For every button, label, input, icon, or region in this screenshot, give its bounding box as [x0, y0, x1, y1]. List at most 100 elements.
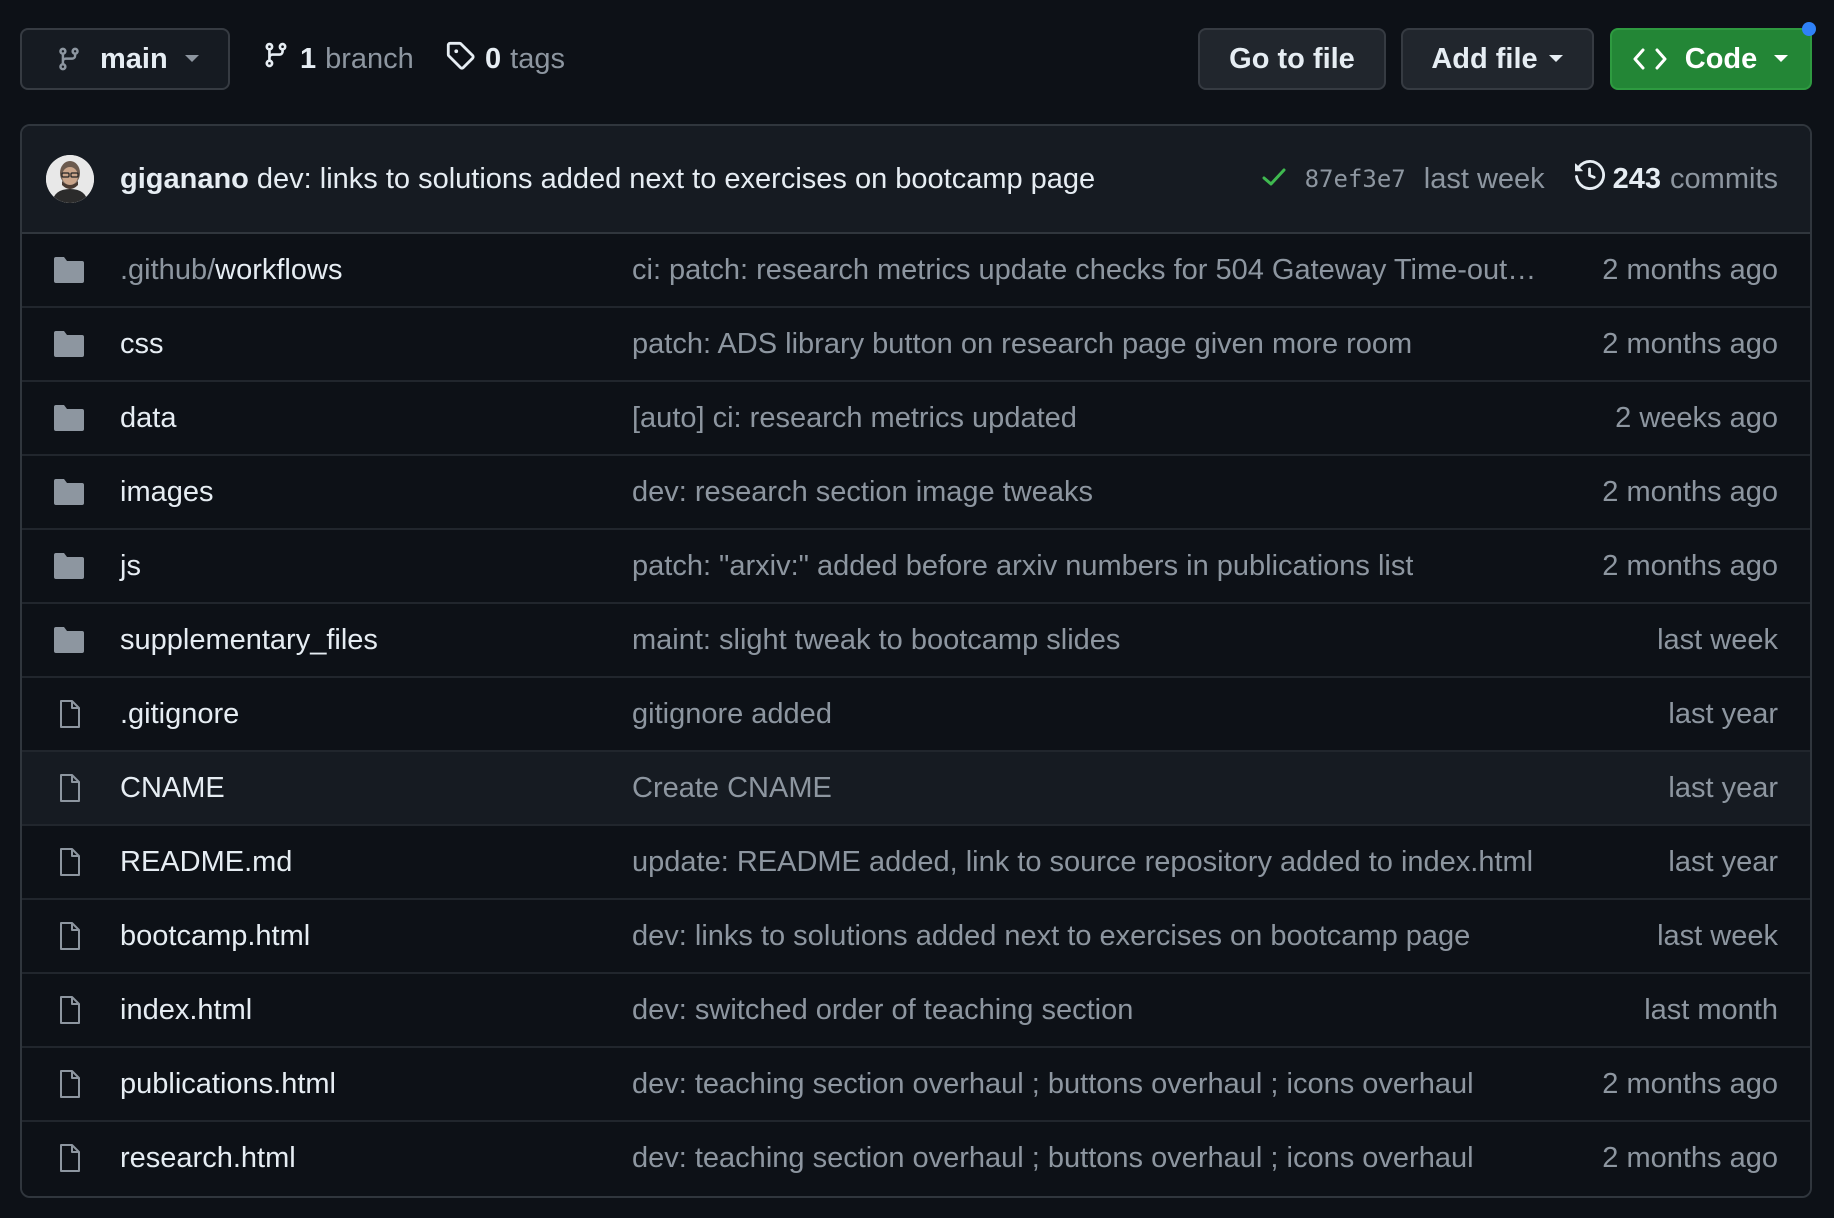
file-row[interactable]: images dev: research section image tweaks… — [22, 456, 1810, 530]
go-to-file-label: Go to file — [1229, 42, 1355, 75]
branches-count: 1 — [300, 42, 317, 75]
file-commit-message: gitignore added — [632, 697, 832, 730]
file-path-prefix: .github/ — [120, 253, 216, 286]
branches-link[interactable]: 1 branch — [262, 28, 414, 90]
file-commit-message: Create CNAME — [632, 771, 832, 804]
file-commit-message-link[interactable]: gitignore added — [632, 678, 1544, 750]
file-commit-time: last week — [1657, 919, 1778, 952]
commit-sha[interactable]: 87ef3e7 — [1305, 165, 1406, 193]
latest-commit-bar: giganano dev: links to solutions added n… — [22, 126, 1810, 234]
folder-icon — [52, 551, 86, 581]
folder-icon — [52, 329, 86, 359]
file-name: README.md — [120, 845, 293, 878]
file-icon — [52, 773, 86, 803]
git-branch-icon — [262, 40, 290, 78]
file-icon — [52, 1143, 86, 1173]
file-commit-message-link[interactable]: Create CNAME — [632, 752, 1544, 824]
commit-history-link[interactable]: 243 commits — [1574, 159, 1778, 198]
file-name: supplementary_files — [120, 623, 378, 656]
file-list: .github/workflows ci: patch: research met… — [22, 234, 1810, 1196]
file-row[interactable]: publications.html dev: teaching section o… — [22, 1048, 1810, 1122]
file-commit-message-link[interactable]: dev: teaching section overhaul ; buttons… — [632, 1048, 1544, 1120]
file-name-link[interactable]: .gitignore — [120, 678, 239, 750]
file-name-link[interactable]: publications.html — [120, 1048, 336, 1120]
caret-down-icon — [1773, 54, 1789, 64]
tags-label: tags — [510, 42, 565, 75]
tags-count: 0 — [485, 42, 502, 75]
file-name-link[interactable]: css — [120, 308, 164, 380]
file-commit-message-link[interactable]: ci: patch: research metrics update check… — [632, 234, 1544, 306]
file-icon — [52, 921, 86, 951]
file-commit-message: update: README added, link to source rep… — [632, 845, 1534, 878]
file-commit-message-link[interactable]: dev: links to solutions added next to ex… — [632, 900, 1544, 972]
tags-link[interactable]: 0 tags — [445, 28, 565, 90]
check-icon[interactable] — [1261, 163, 1287, 196]
file-name-link[interactable]: index.html — [120, 974, 252, 1046]
code-button[interactable]: Code — [1610, 28, 1812, 90]
go-to-file-button[interactable]: Go to file — [1198, 28, 1386, 90]
file-commit-time: last year — [1668, 697, 1778, 730]
file-row[interactable]: README.md update: README added, link to s… — [22, 826, 1810, 900]
file-row[interactable]: css patch: ADS library button on research… — [22, 308, 1810, 382]
git-branch-icon — [56, 44, 82, 74]
branches-label: branch — [325, 42, 414, 75]
file-commit-message: dev: research section image tweaks — [632, 475, 1093, 508]
file-row[interactable]: bootcamp.html dev: links to solutions add… — [22, 900, 1810, 974]
file-name: CNAME — [120, 771, 225, 804]
branch-selector-button[interactable]: main — [20, 28, 230, 90]
file-commit-message-link[interactable]: dev: research section image tweaks — [632, 456, 1544, 528]
caret-down-icon — [184, 54, 200, 64]
branch-name: main — [100, 42, 168, 75]
file-commit-time: last year — [1668, 845, 1778, 878]
file-commit-message-link[interactable]: patch: "arxiv:" added before arxiv numbe… — [632, 530, 1544, 602]
file-name: data — [120, 401, 177, 434]
file-icon — [52, 1069, 86, 1099]
commit-author[interactable]: giganano — [120, 163, 249, 196]
caret-down-icon — [1548, 54, 1564, 64]
file-name-link[interactable]: research.html — [120, 1122, 296, 1194]
file-row[interactable]: CNAME Create CNAME last year — [22, 752, 1810, 826]
file-row[interactable]: .github/workflows ci: patch: research met… — [22, 234, 1810, 308]
repo-toolbar: main 1 branch 0 tags Go to file Add file… — [20, 28, 1812, 92]
file-commit-message-link[interactable]: [auto] ci: research metrics updated — [632, 382, 1544, 454]
file-commit-message: dev: teaching section overhaul ; buttons… — [632, 1067, 1474, 1100]
file-name-link[interactable]: CNAME — [120, 752, 225, 824]
file-name-link[interactable]: bootcamp.html — [120, 900, 310, 972]
file-name-link[interactable]: data — [120, 382, 176, 454]
file-name-link[interactable]: js — [120, 530, 141, 602]
commit-time: last week — [1423, 162, 1545, 195]
file-name-link[interactable]: .github/workflows — [120, 234, 342, 306]
file-commit-message: [auto] ci: research metrics updated — [632, 401, 1077, 434]
avatar[interactable] — [46, 155, 94, 203]
file-name-link[interactable]: images — [120, 456, 214, 528]
file-commit-message: patch: "arxiv:" added before arxiv numbe… — [632, 549, 1414, 582]
file-name-link[interactable]: supplementary_files — [120, 604, 378, 676]
file-commit-message: ci: patch: research metrics update check… — [632, 253, 1537, 286]
latest-commit-message: giganano dev: links to solutions added n… — [120, 126, 1095, 232]
commit-message-link[interactable]: dev: links to solutions added next to ex… — [257, 163, 1095, 196]
file-name: index.html — [120, 993, 253, 1026]
file-name: css — [120, 327, 164, 360]
file-icon — [52, 995, 86, 1025]
file-row[interactable]: index.html dev: switched order of teachin… — [22, 974, 1810, 1048]
file-commit-message-link[interactable]: maint: slight tweak to bootcamp slides — [632, 604, 1544, 676]
file-row[interactable]: js patch: "arxiv:" added before arxiv num… — [22, 530, 1810, 604]
file-row[interactable]: .gitignore gitignore added last year — [22, 678, 1810, 752]
file-commit-time: 2 months ago — [1602, 327, 1778, 360]
file-commit-message-link[interactable]: dev: switched order of teaching section — [632, 974, 1544, 1046]
file-name: images — [120, 475, 214, 508]
file-commit-time: 2 months ago — [1602, 1067, 1778, 1100]
file-name: research.html — [120, 1141, 296, 1174]
file-commit-message-link[interactable]: dev: teaching section overhaul ; buttons… — [632, 1122, 1544, 1194]
file-name-link[interactable]: README.md — [120, 826, 292, 898]
file-row[interactable]: research.html dev: teaching section overh… — [22, 1122, 1810, 1196]
file-browser: giganano dev: links to solutions added n… — [20, 124, 1812, 1198]
file-commit-message-link[interactable]: patch: ADS library button on research pa… — [632, 308, 1544, 380]
file-commit-message-link[interactable]: update: README added, link to source rep… — [632, 826, 1544, 898]
file-commit-time: 2 months ago — [1602, 1141, 1778, 1174]
history-icon — [1574, 159, 1613, 198]
add-file-button[interactable]: Add file — [1401, 28, 1594, 90]
file-row[interactable]: data [auto] ci: research metrics updated 2… — [22, 382, 1810, 456]
file-row[interactable]: supplementary_files maint: slight tweak t… — [22, 604, 1810, 678]
commits-count: 243 — [1612, 162, 1662, 195]
